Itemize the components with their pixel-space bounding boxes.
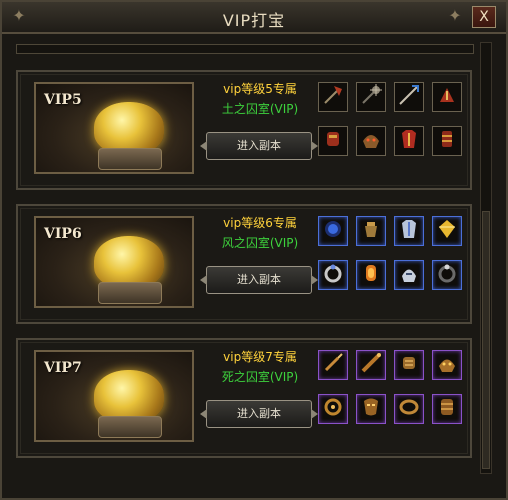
vip-level-label: VIP6 — [44, 226, 82, 242]
vip-level-label: VIP7 — [44, 360, 82, 376]
vip-exclusive-label: vip等级7专属 — [223, 350, 297, 364]
spiked-mace-icon — [359, 83, 383, 111]
corner-ornament-icon: ✦ — [448, 6, 462, 25]
gold-treasure-image — [94, 236, 164, 288]
reward-item-grid — [318, 350, 466, 436]
vip-level-label: VIP5 — [44, 92, 82, 108]
reward-item-slot[interactable] — [356, 216, 386, 246]
reward-item-slot[interactable] — [318, 126, 348, 156]
gold-gem-icon — [435, 217, 459, 245]
vip-exclusive-label: vip等级6专属 — [223, 216, 297, 230]
reward-item-slot[interactable] — [356, 82, 386, 112]
treasure-artwork: VIP5 — [34, 82, 194, 174]
bronze-ring-icon — [321, 395, 345, 423]
reward-item-slot[interactable] — [356, 126, 386, 156]
red-wristguard-icon — [435, 127, 459, 155]
window-title: VIP打宝 — [222, 11, 286, 30]
reward-item-slot[interactable] — [356, 350, 386, 380]
reward-item-slot[interactable] — [356, 394, 386, 424]
vip-panel-vip5: VIP5 vip等级5专属 土之囚室(VIP) 进入副本 — [16, 70, 472, 190]
silver-ring-icon — [321, 261, 345, 289]
vip-treasure-window: ✦ VIP打宝 ✦ X VIP5 vip等级5专属 土之囚室(VIP) 进入副本… — [0, 0, 508, 500]
reward-item-grid — [318, 82, 466, 168]
bronze-gauntlet-icon — [435, 395, 459, 423]
blade-staff-icon — [397, 83, 421, 111]
treasure-pedestal — [98, 282, 162, 304]
reward-item-slot[interactable] — [318, 394, 348, 424]
enter-dungeon-button[interactable]: 进入副本 — [200, 400, 318, 428]
treasure-artwork: VIP6 — [34, 216, 194, 308]
dungeon-name: 土之囚室(VIP) — [221, 102, 299, 116]
red-armor-icon — [397, 127, 421, 155]
reward-item-slot[interactable] — [432, 260, 462, 290]
vip-exclusive-label: vip等级5专属 — [223, 82, 297, 96]
dungeon-name: 死之囚室(VIP) — [221, 370, 299, 384]
reward-item-slot[interactable] — [432, 82, 462, 112]
reward-item-grid — [318, 216, 466, 302]
reward-item-slot[interactable] — [318, 82, 348, 112]
treasure-pedestal — [98, 148, 162, 170]
bronze-pot-icon — [359, 217, 383, 245]
reward-item-slot[interactable] — [432, 350, 462, 380]
reward-item-slot[interactable] — [394, 82, 424, 112]
reward-item-slot[interactable] — [394, 126, 424, 156]
title-bar[interactable]: ✦ VIP打宝 ✦ X — [2, 2, 506, 34]
reward-item-slot[interactable] — [318, 350, 348, 380]
top-divider-bar — [16, 44, 474, 54]
reward-item-slot[interactable] — [394, 350, 424, 380]
bronze-fist-icon — [397, 351, 421, 379]
red-gauntlet-icon — [321, 127, 345, 155]
reward-item-slot[interactable] — [432, 216, 462, 246]
silver-helm-icon — [397, 261, 421, 289]
scrollbar[interactable] — [480, 42, 492, 474]
gold-treasure-image — [94, 102, 164, 154]
reward-item-slot[interactable] — [394, 216, 424, 246]
close-button[interactable]: X — [472, 6, 496, 28]
reward-item-slot[interactable] — [356, 260, 386, 290]
bronze-bracelet-icon — [397, 395, 421, 423]
bronze-dagger-icon — [321, 351, 345, 379]
scrollbar-thumb[interactable] — [482, 211, 490, 469]
bronze-mask-icon — [359, 395, 383, 423]
reward-item-slot[interactable] — [318, 216, 348, 246]
enter-dungeon-button[interactable]: 进入副本 — [200, 266, 318, 294]
red-claw-icon — [435, 83, 459, 111]
demon-helm-icon — [359, 127, 383, 155]
reward-item-slot[interactable] — [432, 126, 462, 156]
reward-item-slot[interactable] — [318, 260, 348, 290]
amber-gem-icon — [359, 261, 383, 289]
blue-orb-icon — [321, 217, 345, 245]
vip-panel-vip7: VIP7 vip等级7专属 死之囚室(VIP) 进入副本 — [16, 338, 472, 458]
reward-item-slot[interactable] — [394, 260, 424, 290]
dungeon-name: 风之囚室(VIP) — [221, 236, 299, 250]
reward-item-slot[interactable] — [394, 394, 424, 424]
reward-item-slot[interactable] — [432, 394, 462, 424]
gold-treasure-image — [94, 370, 164, 422]
axe-icon — [321, 83, 345, 111]
silver-armor-icon — [397, 217, 421, 245]
treasure-pedestal — [98, 416, 162, 438]
vip-panel-vip6: VIP6 vip等级6专属 风之囚室(VIP) 进入副本 — [16, 204, 472, 324]
treasure-artwork: VIP7 — [34, 350, 194, 442]
black-ring-icon — [435, 261, 459, 289]
bronze-helm-icon — [435, 351, 459, 379]
enter-dungeon-button[interactable]: 进入副本 — [200, 132, 318, 160]
bronze-rod-icon — [359, 351, 383, 379]
